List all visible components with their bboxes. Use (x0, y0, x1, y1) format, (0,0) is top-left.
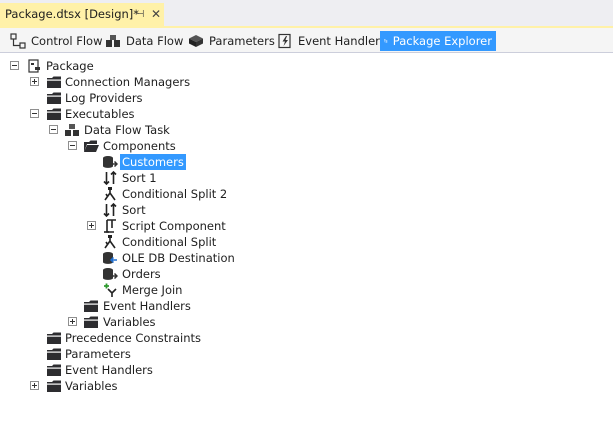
tree-node-component[interactable]: Script Component (0, 218, 613, 234)
collapse-icon[interactable] (68, 141, 77, 150)
merge-join-icon (104, 283, 117, 297)
source-icon (103, 156, 118, 168)
tree-node-component[interactable]: Conditional Split 2 (0, 186, 613, 202)
expand-icon[interactable] (30, 77, 39, 86)
tree-node-task-event-handlers[interactable]: Event Handlers (0, 298, 613, 314)
designer-tab-bar: Control Flow Data Flow Parameters Event … (0, 26, 613, 53)
tree-label: Script Component (122, 219, 226, 233)
tree-label: Variables (103, 315, 156, 329)
sort-icon (103, 170, 117, 186)
sort-icon (103, 202, 117, 218)
tree-label: Sort (122, 203, 146, 217)
folder-icon (47, 108, 61, 120)
tree-label: Parameters (65, 347, 131, 361)
tree-node-component[interactable]: Customers (0, 154, 613, 170)
tree-label: Merge Join (122, 283, 183, 297)
folder-icon (47, 348, 61, 360)
event-handlers-icon (278, 33, 291, 49)
folder-icon (47, 364, 61, 376)
document-tab-strip: Package.dtsx [Design]* ⊣ ✕ (0, 0, 613, 26)
tree-node-event-handlers[interactable]: Event Handlers (0, 362, 613, 378)
tree-node-executables[interactable]: Executables (0, 106, 613, 122)
tree-label: Conditional Split 2 (122, 187, 228, 201)
tab-parameters-label: Parameters (209, 34, 275, 48)
parameters-icon (189, 35, 203, 47)
folder-open-icon (84, 140, 99, 152)
destination-icon (103, 252, 117, 264)
collapse-icon[interactable] (49, 125, 58, 134)
tree-node-components[interactable]: Components (0, 138, 613, 154)
tree-label: Components (103, 139, 176, 153)
tree-label: Event Handlers (103, 299, 191, 313)
folder-icon (47, 380, 61, 392)
pin-icon[interactable]: ⊣ (134, 8, 146, 20)
package-explorer-tree: Package Connection Managers Log Provider… (0, 54, 613, 445)
folder-icon (47, 332, 61, 344)
collapse-icon[interactable] (30, 109, 39, 118)
tree-node-precedence-constraints[interactable]: Precedence Constraints (0, 330, 613, 346)
tree-node-connection-managers[interactable]: Connection Managers (0, 74, 613, 90)
conditional-split-icon (104, 187, 116, 201)
tab-event-handlers[interactable]: Event Handlers (273, 31, 390, 51)
data-flow-task-icon (65, 124, 79, 136)
expand-icon[interactable] (30, 381, 39, 390)
tree-node-data-flow-task[interactable]: Data Flow Task (0, 122, 613, 138)
tree-label: Sort 1 (122, 171, 157, 185)
script-component-icon (104, 219, 116, 233)
tree-label: Conditional Split (122, 235, 217, 249)
tree-label: Orders (122, 267, 161, 281)
tree-label: Variables (65, 379, 118, 393)
close-icon[interactable]: ✕ (150, 7, 162, 21)
document-tab-title: Package.dtsx [Design]* (5, 6, 140, 21)
tree-label: Log Providers (65, 91, 143, 105)
tree-node-component[interactable]: OLE DB Destination (0, 250, 613, 266)
tree-node-parameters[interactable]: Parameters (0, 346, 613, 362)
tree-label: Data Flow Task (84, 123, 170, 137)
folder-icon (84, 316, 98, 328)
tree-label: Package (46, 59, 94, 73)
package-icon (28, 59, 40, 73)
tree-node-component[interactable]: Orders (0, 266, 613, 282)
expand-icon[interactable] (68, 317, 77, 326)
tree-label: Event Handlers (65, 363, 153, 377)
tab-event-handlers-label: Event Handlers (298, 34, 386, 48)
document-tab[interactable]: Package.dtsx [Design]* ⊣ ✕ (0, 3, 164, 26)
tree-label: Customers (120, 154, 186, 170)
folder-icon (47, 92, 61, 104)
tree-node-component[interactable]: Merge Join (0, 282, 613, 298)
tree-label: OLE DB Destination (122, 251, 235, 265)
tree-node-component[interactable]: Conditional Split (0, 234, 613, 250)
tree-node-package[interactable]: Package (0, 58, 613, 74)
tab-package-explorer-label: Package Explorer (392, 34, 492, 48)
tree-label: Executables (65, 107, 135, 121)
control-flow-icon (10, 33, 26, 49)
expand-icon[interactable] (87, 221, 96, 230)
tree-label: Precedence Constraints (65, 331, 202, 345)
tree-node-component[interactable]: Sort (0, 202, 613, 218)
tab-data-flow[interactable]: Data Flow (101, 31, 187, 51)
tab-package-explorer[interactable]: Package Explorer (380, 31, 496, 51)
tree-label: Connection Managers (65, 75, 191, 89)
tree-node-log-providers[interactable]: Log Providers (0, 90, 613, 106)
tree-node-variables[interactable]: Variables (0, 378, 613, 394)
source-icon (103, 268, 118, 280)
tab-data-flow-label: Data Flow (126, 34, 184, 48)
tab-parameters[interactable]: Parameters (184, 31, 279, 51)
package-explorer-icon (384, 39, 388, 43)
folder-icon (47, 76, 61, 88)
collapse-icon[interactable] (10, 61, 19, 70)
folder-icon (84, 300, 98, 312)
data-flow-icon (106, 35, 120, 47)
tree-node-task-variables[interactable]: Variables (0, 314, 613, 330)
tree-node-component[interactable]: Sort 1 (0, 170, 613, 186)
tab-control-flow[interactable]: Control Flow (6, 31, 106, 51)
conditional-split-icon (104, 235, 116, 249)
tab-control-flow-label: Control Flow (31, 34, 103, 48)
